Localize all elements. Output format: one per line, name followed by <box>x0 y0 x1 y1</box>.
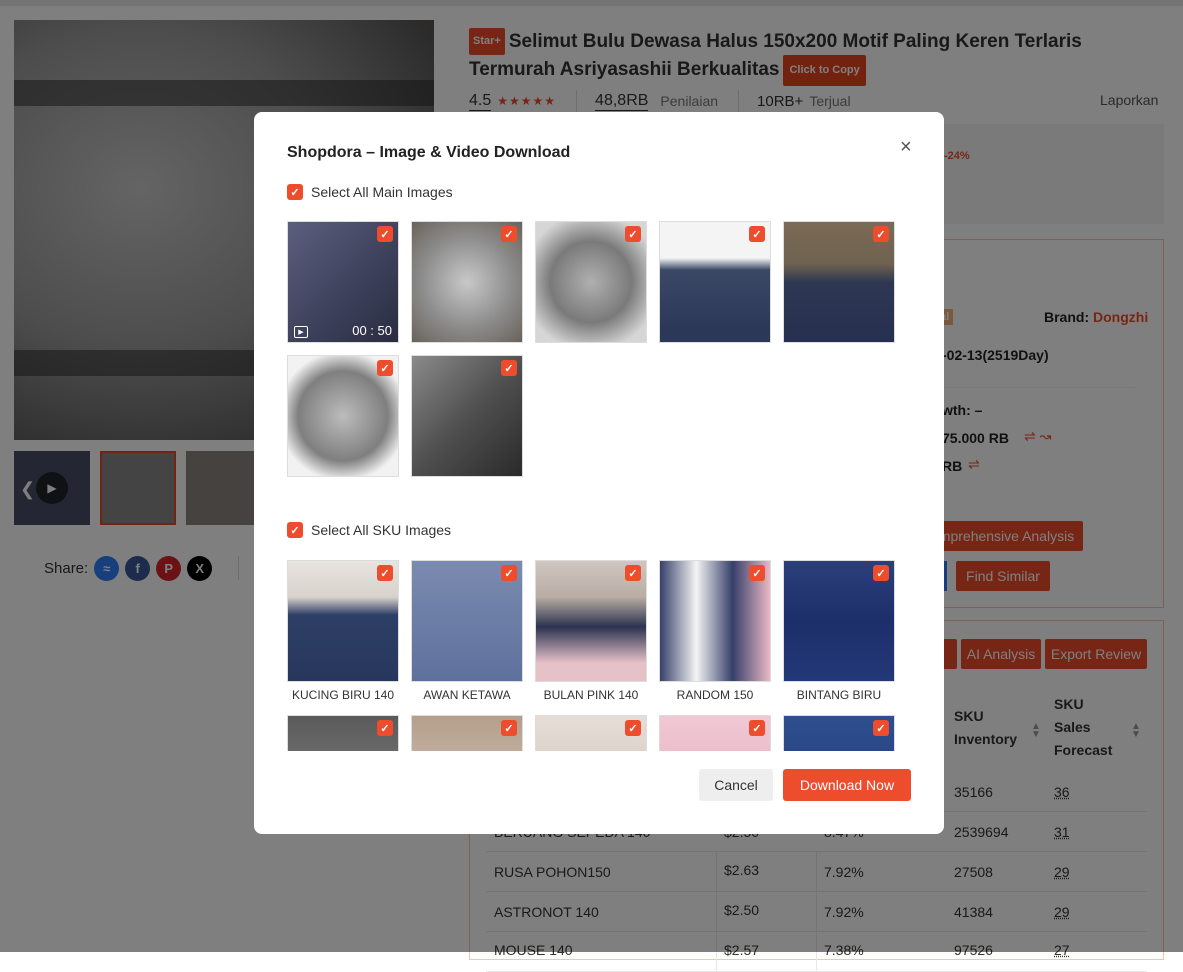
sku-image-tile[interactable]: ✓ <box>783 715 895 751</box>
sku-caption: BINTANG BIRU <box>796 688 882 702</box>
main-image-tile[interactable]: ✓ <box>287 355 399 477</box>
sku-image-tile[interactable]: ✓ <box>535 715 647 751</box>
sku-caption: RANDOM 150 <box>676 688 754 702</box>
select-all-main-checkbox[interactable]: ✓ Select All Main Images <box>287 183 453 201</box>
sku-image-scroll-area[interactable]: ✓ KUCING BIRU 140 ✓ AWAN KETAWA ✓ BULAN … <box>254 558 944 751</box>
main-image-tile[interactable]: ✓ <box>783 221 895 343</box>
checkbox-checked-icon[interactable]: ✓ <box>873 226 889 242</box>
checkbox-checked-icon[interactable]: ✓ <box>873 720 889 736</box>
download-now-button[interactable]: Download Now <box>783 769 911 801</box>
checkbox-checked-icon[interactable]: ✓ <box>501 565 517 581</box>
checkbox-checked-icon[interactable]: ✓ <box>377 360 393 376</box>
checkbox-checked-icon[interactable]: ✓ <box>287 184 303 200</box>
main-image-tile-video[interactable]: ✓ ▶ 00 : 50 <box>287 221 399 343</box>
sku-image-tile[interactable]: ✓ <box>659 715 771 751</box>
select-all-sku-label: Select All SKU Images <box>311 522 452 538</box>
select-all-sku-checkbox[interactable]: ✓ Select All SKU Images <box>287 521 451 539</box>
video-duration: 00 : 50 <box>352 323 392 338</box>
checkbox-checked-icon[interactable]: ✓ <box>377 565 393 581</box>
download-modal: Shopdora – Image & Video Download × ✓ Se… <box>254 112 944 834</box>
sku-image-tile[interactable]: ✓ <box>535 560 647 682</box>
checkbox-checked-icon[interactable]: ✓ <box>287 522 303 538</box>
main-image-tile[interactable]: ✓ <box>411 355 523 477</box>
main-image-tile[interactable]: ✓ <box>535 221 647 343</box>
checkbox-checked-icon[interactable]: ✓ <box>501 720 517 736</box>
main-image-tile[interactable]: ✓ <box>411 221 523 343</box>
sku-image-tile[interactable]: ✓ <box>783 560 895 682</box>
checkbox-checked-icon[interactable]: ✓ <box>749 565 765 581</box>
sku-image-tile[interactable]: ✓ <box>659 560 771 682</box>
sku-image-tile[interactable]: ✓ <box>287 560 399 682</box>
sku-image-tile[interactable]: ✓ <box>411 560 523 682</box>
sku-caption: KUCING BIRU 140 <box>291 688 395 702</box>
checkbox-checked-icon[interactable]: ✓ <box>625 226 641 242</box>
modal-title: Shopdora – Image & Video Download <box>287 144 571 161</box>
checkbox-checked-icon[interactable]: ✓ <box>749 226 765 242</box>
checkbox-checked-icon[interactable]: ✓ <box>749 720 765 736</box>
select-all-main-label: Select All Main Images <box>311 184 453 200</box>
checkbox-checked-icon[interactable]: ✓ <box>501 226 517 242</box>
checkbox-checked-icon[interactable]: ✓ <box>625 565 641 581</box>
checkbox-checked-icon[interactable]: ✓ <box>873 565 889 581</box>
checkbox-checked-icon[interactable]: ✓ <box>501 360 517 376</box>
close-icon[interactable]: × <box>900 136 912 159</box>
sku-caption: BULAN PINK 140 <box>543 688 639 702</box>
sku-caption: AWAN KETAWA <box>423 688 511 702</box>
sku-image-tile[interactable]: ✓ <box>411 715 523 751</box>
cancel-button[interactable]: Cancel <box>699 769 773 801</box>
video-icon: ▶ <box>294 326 308 338</box>
main-image-tile[interactable]: ✓ <box>659 221 771 343</box>
sku-image-tile[interactable]: ✓ <box>287 715 399 751</box>
checkbox-checked-icon[interactable]: ✓ <box>377 720 393 736</box>
checkbox-checked-icon[interactable]: ✓ <box>625 720 641 736</box>
checkbox-checked-icon[interactable]: ✓ <box>377 226 393 242</box>
